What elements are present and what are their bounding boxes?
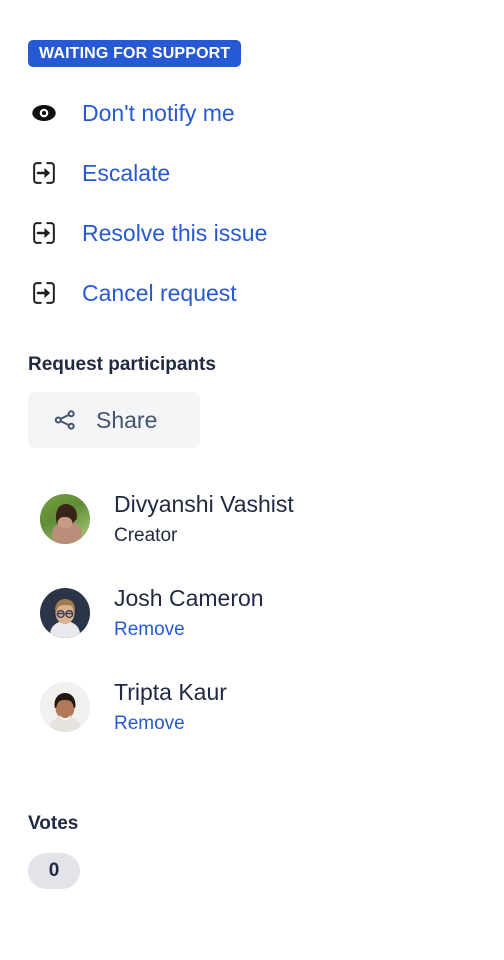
participant-list: Divyanshi Vashist Creator Josh Cameron R… xyxy=(28,472,504,754)
participant-name: Josh Cameron xyxy=(114,585,264,612)
share-button-label: Share xyxy=(96,406,158,433)
votes-heading: Votes xyxy=(28,813,79,834)
remove-participant-link[interactable]: Remove xyxy=(114,619,264,641)
avatar xyxy=(40,682,90,732)
request-sidebar-panel: WAITING FOR SUPPORT Don't notify me Esca… xyxy=(0,0,504,960)
participant-name: Divyanshi Vashist xyxy=(114,491,294,518)
participant-text: Divyanshi Vashist Creator xyxy=(114,491,294,546)
votes-count-badge[interactable]: 0 xyxy=(28,853,80,889)
avatar xyxy=(40,494,90,544)
participant-name: Tripta Kaur xyxy=(114,679,227,706)
escalate-icon xyxy=(28,217,60,249)
eye-icon xyxy=(28,97,60,129)
action-label: Escalate xyxy=(82,159,171,186)
request-participants-heading: Request participants xyxy=(28,354,216,375)
status-badge: WAITING FOR SUPPORT xyxy=(28,40,242,67)
escalate-icon xyxy=(28,157,60,189)
participant-role: Creator xyxy=(114,524,178,546)
action-list: Don't notify me Escalate Resolve this is… xyxy=(28,83,504,323)
action-label: Cancel request xyxy=(82,279,237,306)
escalate-icon xyxy=(28,277,60,309)
action-label: Resolve this issue xyxy=(82,219,268,246)
list-item: Tripta Kaur Remove xyxy=(28,660,504,754)
avatar xyxy=(40,588,90,638)
action-escalate[interactable]: Escalate xyxy=(28,143,504,203)
participant-text: Tripta Kaur Remove xyxy=(114,679,227,734)
action-resolve-this-issue[interactable]: Resolve this issue xyxy=(28,203,504,263)
share-icon xyxy=(52,407,78,433)
share-button[interactable]: Share xyxy=(28,392,200,448)
action-label: Don't notify me xyxy=(82,99,235,126)
remove-participant-link[interactable]: Remove xyxy=(114,713,227,735)
action-dont-notify-me[interactable]: Don't notify me xyxy=(28,83,504,143)
participant-text: Josh Cameron Remove xyxy=(114,585,264,640)
list-item: Josh Cameron Remove xyxy=(28,566,504,660)
list-item: Divyanshi Vashist Creator xyxy=(28,472,504,566)
action-cancel-request[interactable]: Cancel request xyxy=(28,263,504,323)
